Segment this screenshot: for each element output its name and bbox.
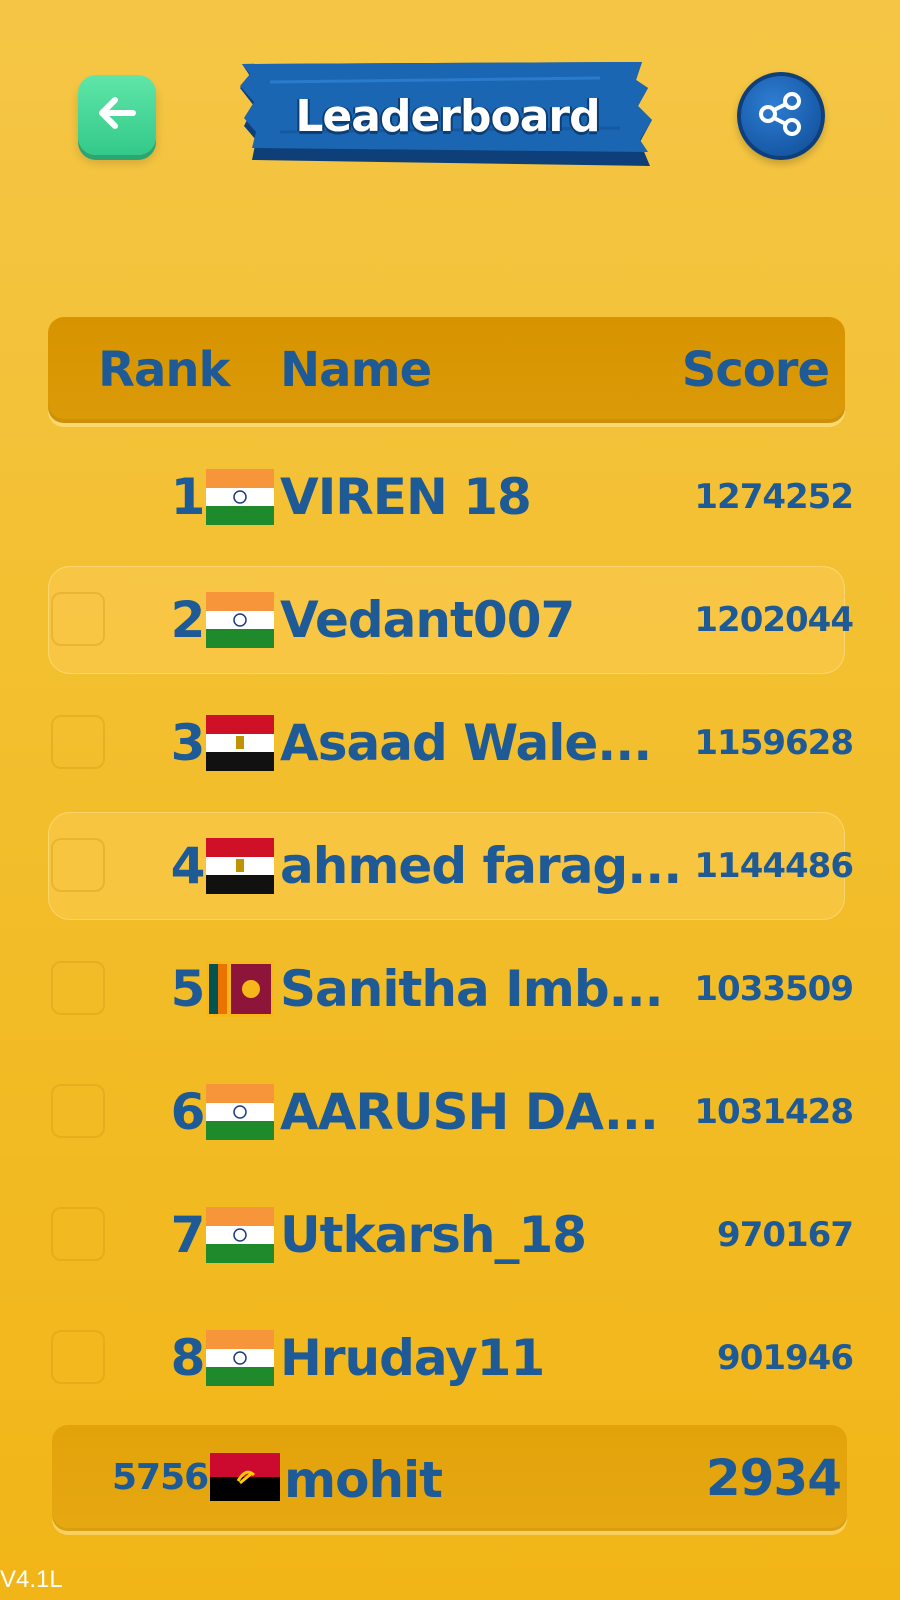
row-checkbox xyxy=(51,1330,105,1384)
india-flag-icon xyxy=(206,1207,274,1263)
egypt-flag-icon xyxy=(206,715,274,771)
egypt-flag-icon xyxy=(206,838,274,894)
row-checkbox xyxy=(51,1207,105,1261)
row-score: 901946 xyxy=(717,1338,854,1378)
row-player-name: Sanitha Imb... xyxy=(280,960,664,1018)
row-score: 1274252 xyxy=(694,477,854,517)
table-row[interactable]: 3 Asaad Wale... 1159628 xyxy=(48,689,854,797)
india-flag-icon xyxy=(206,592,274,648)
row-score: 1144486 xyxy=(694,846,854,886)
row-player-name: Hruday11 xyxy=(280,1329,545,1387)
india-flag-icon xyxy=(206,1330,274,1386)
version-label: V4.1L xyxy=(0,1566,63,1593)
share-button[interactable] xyxy=(737,72,825,160)
page-title: Leaderboard xyxy=(295,90,600,142)
my-score: 2934 xyxy=(705,1449,842,1507)
arrow-left-icon xyxy=(97,96,137,134)
row-checkbox xyxy=(51,715,105,769)
table-row[interactable]: 6 AARUSH DA... 1031428 xyxy=(48,1058,854,1166)
score-column-header: Score xyxy=(681,342,830,398)
table-row[interactable]: 8 Hruday11 901946 xyxy=(48,1304,854,1412)
india-flag-icon xyxy=(206,1084,274,1140)
name-column-header: Name xyxy=(280,342,432,398)
table-row[interactable]: 2 Vedant007 1202044 xyxy=(48,566,854,674)
table-row[interactable]: 1 VIREN 18 1274252 xyxy=(48,443,854,551)
row-score: 1202044 xyxy=(694,600,854,640)
row-player-name: VIREN 18 xyxy=(280,468,532,526)
row-score: 1031428 xyxy=(694,1092,854,1132)
india-flag-icon xyxy=(206,469,274,525)
my-player-name: mohit xyxy=(284,1451,443,1509)
row-checkbox xyxy=(51,838,105,892)
title-banner: Leaderboard xyxy=(240,62,655,170)
table-row[interactable]: 5 Sanitha Imb... 1033509 xyxy=(48,935,854,1043)
row-player-name: Vedant007 xyxy=(280,591,575,649)
row-checkbox xyxy=(51,961,105,1015)
row-score: 970167 xyxy=(717,1215,854,1255)
back-button[interactable] xyxy=(78,75,156,155)
my-rank: 5756 xyxy=(112,1457,209,1498)
my-rank-row[interactable]: 5756 mohit 2934 xyxy=(52,1425,847,1531)
table-header: Rank Name Score xyxy=(48,317,845,423)
sri-lanka-flag-icon xyxy=(206,961,274,1017)
row-player-name: Utkarsh_18 xyxy=(280,1206,587,1264)
angola-flag-icon xyxy=(210,1453,280,1501)
row-player-name: ahmed farag... xyxy=(280,837,682,895)
row-score: 1033509 xyxy=(694,969,854,1009)
table-row[interactable]: 7 Utkarsh_18 970167 xyxy=(48,1181,854,1289)
row-checkbox xyxy=(51,592,105,646)
table-row[interactable]: 4 ahmed farag... 1144486 xyxy=(48,812,854,920)
row-score: 1159628 xyxy=(694,723,854,763)
row-player-name: AARUSH DA... xyxy=(280,1083,659,1141)
leaderboard-screen: Leaderboard Rank Name Score 1 VIREN 18 1… xyxy=(0,0,900,1600)
rank-column-header: Rank xyxy=(98,342,230,398)
share-icon xyxy=(756,89,806,143)
row-checkbox xyxy=(51,1084,105,1138)
row-player-name: Asaad Wale... xyxy=(280,714,652,772)
